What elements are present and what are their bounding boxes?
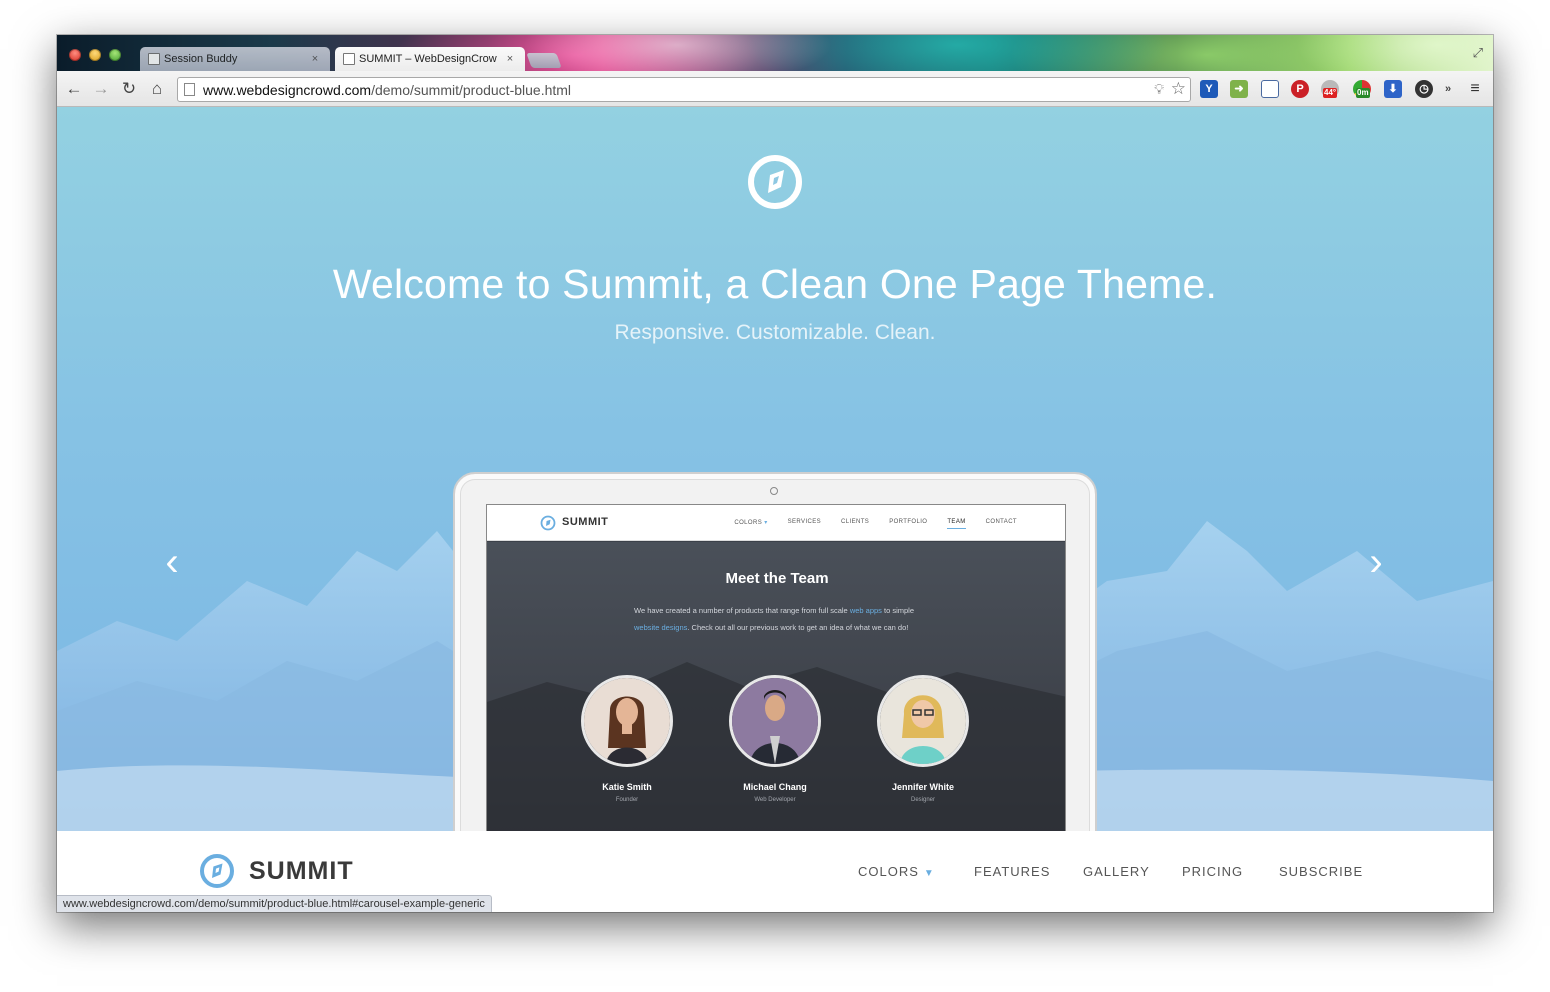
summit-logo-icon bbox=[748, 155, 802, 209]
browser-toolbar: ← → ↻ ⌂ www.webdesigncrowd.com /demo/sum… bbox=[57, 71, 1493, 107]
extension-arrow-icon[interactable]: ➜ bbox=[1230, 80, 1248, 98]
mockup-logo-icon bbox=[540, 515, 556, 531]
weather-badge: 44° bbox=[1323, 88, 1338, 98]
desc-text: We have created a number of products tha… bbox=[634, 606, 850, 615]
desc-link-web-apps: web apps bbox=[849, 606, 882, 615]
avatar bbox=[729, 675, 821, 767]
laptop-screen: SUMMIT COLORS ▾ SERVICES CLIENTS PORTFOL… bbox=[486, 504, 1066, 831]
clock-icon[interactable]: ◷ bbox=[1415, 80, 1433, 98]
team-member-role: Founder bbox=[615, 797, 639, 803]
page-icon bbox=[343, 53, 355, 65]
avatar bbox=[581, 675, 673, 767]
mockup-menu-services: SERVICES bbox=[787, 519, 822, 525]
hero-title: Welcome to Summit, a Clean One Page Them… bbox=[332, 261, 1218, 307]
page-icon bbox=[184, 83, 195, 96]
carousel-prev-icon[interactable]: ‹ bbox=[157, 539, 187, 585]
team-member-role: Designer bbox=[910, 797, 935, 803]
fullscreen-icon[interactable]: ⤢ bbox=[1473, 45, 1483, 61]
mockup-description: We have created a number of products tha… bbox=[634, 602, 924, 636]
team-member-name: Katie Smith bbox=[602, 782, 652, 792]
tab-title: SUMMIT – WebDesignCrow bbox=[359, 53, 497, 65]
timer-icon[interactable]: 0m bbox=[1353, 80, 1371, 98]
mockup-navbar: SUMMIT COLORS ▾ SERVICES CLIENTS PORTFOL… bbox=[487, 505, 1065, 541]
laptop-mockup: SUMMIT COLORS ▾ SERVICES CLIENTS PORTFOL… bbox=[453, 472, 1097, 831]
url-path: /demo/summit/product-blue.html bbox=[371, 81, 572, 98]
session-buddy-icon bbox=[148, 53, 160, 65]
hero-carousel: Welcome to Summit, a Clean One Page Them… bbox=[57, 107, 1493, 831]
weather-icon[interactable]: 44° bbox=[1321, 80, 1339, 98]
desc-text: to simple bbox=[881, 606, 915, 615]
back-button[interactable]: ← bbox=[64, 79, 84, 99]
timer-badge: 0m bbox=[1356, 88, 1370, 98]
mockup-menu-portfolio: PORTFOLIO bbox=[889, 519, 928, 525]
team-member-jennifer: Jennifer White Designer bbox=[877, 675, 969, 803]
tab-close-icon[interactable]: × bbox=[503, 53, 517, 65]
mockup-menu-team: TEAM bbox=[947, 519, 966, 529]
url-host: www.webdesigncrowd.com bbox=[203, 81, 372, 98]
tab-strip: Session Buddy × SUMMIT – WebDesignCrow ×… bbox=[57, 35, 1493, 71]
nav-features[interactable]: FEATURES bbox=[974, 864, 1050, 879]
tab-session-buddy[interactable]: Session Buddy × bbox=[140, 47, 330, 71]
zoom-window-button[interactable] bbox=[109, 49, 121, 61]
team-member-name: Michael Chang bbox=[743, 782, 807, 792]
extension-shield-icon[interactable]: Y bbox=[1200, 80, 1218, 98]
new-tab-button[interactable] bbox=[526, 53, 562, 68]
caret-down-icon: ▾ bbox=[764, 520, 768, 526]
pinterest-icon[interactable]: P bbox=[1291, 80, 1309, 98]
extension-window-icon[interactable] bbox=[1261, 80, 1279, 98]
team-member-michael: Michael Chang Web Developer bbox=[729, 675, 821, 803]
avatar bbox=[877, 675, 969, 767]
lightbulb-icon[interactable]: 💡︎ bbox=[1154, 81, 1164, 98]
address-bar[interactable]: www.webdesigncrowd.com /demo/summit/prod… bbox=[177, 77, 1191, 102]
status-bar-url: www.webdesigncrowd.com/demo/summit/produ… bbox=[57, 895, 492, 912]
nav-colors-label: COLORS bbox=[858, 864, 919, 879]
bookmark-star-icon[interactable]: ☆ bbox=[1171, 79, 1186, 99]
mockup-menu-clients: CLIENTS bbox=[841, 519, 870, 525]
home-button[interactable]: ⌂ bbox=[147, 79, 167, 99]
nav-colors[interactable]: COLORS ▼ bbox=[858, 864, 935, 879]
close-window-button[interactable] bbox=[69, 49, 81, 61]
minimize-window-button[interactable] bbox=[89, 49, 101, 61]
browser-window: Session Buddy × SUMMIT – WebDesignCrow ×… bbox=[57, 35, 1493, 912]
chrome-menu-icon[interactable]: ≡ bbox=[1466, 80, 1484, 98]
carousel-next-icon[interactable]: › bbox=[1361, 539, 1391, 585]
more-extensions-icon[interactable]: » bbox=[1441, 80, 1455, 98]
desc-link-website-designs: website designs bbox=[634, 623, 688, 632]
reload-button[interactable]: ↻ bbox=[119, 79, 139, 99]
tab-summit[interactable]: SUMMIT – WebDesignCrow × bbox=[335, 47, 525, 71]
mockup-menu-contact: CONTACT bbox=[985, 519, 1017, 525]
team-member-role: Web Developer bbox=[754, 797, 796, 803]
forward-button[interactable]: → bbox=[91, 79, 111, 99]
tab-close-icon[interactable]: × bbox=[308, 53, 322, 65]
mockup-brand: SUMMIT bbox=[562, 516, 609, 528]
mockup-team-section: Meet the Team We have created a number o… bbox=[487, 542, 1065, 831]
mockup-menu: COLORS ▾ SERVICES CLIENTS PORTFOLIO TEAM… bbox=[734, 519, 1017, 529]
mockup-menu-colors: COLORS ▾ bbox=[734, 519, 767, 529]
mockup-heading: Meet the Team bbox=[725, 570, 829, 587]
team-member-katie: Katie Smith Founder bbox=[581, 675, 673, 803]
hero-subtitle: Responsive. Customizable. Clean. bbox=[614, 321, 936, 344]
nav-subscribe[interactable]: SUBSCRIBE bbox=[1279, 864, 1363, 879]
team-member-name: Jennifer White bbox=[891, 782, 954, 792]
nav-gallery[interactable]: GALLERY bbox=[1083, 864, 1150, 879]
tab-title: Session Buddy bbox=[164, 53, 238, 65]
download-icon[interactable]: ⬇ bbox=[1384, 80, 1402, 98]
caret-down-icon: ▼ bbox=[923, 868, 935, 879]
nav-pricing[interactable]: PRICING bbox=[1182, 864, 1243, 879]
laptop-camera bbox=[770, 487, 778, 495]
summit-logo-icon[interactable] bbox=[199, 853, 235, 889]
desc-text: . Check out all our previous work to get… bbox=[687, 623, 909, 632]
mockup-menu-label: COLORS bbox=[734, 520, 763, 526]
site-brand[interactable]: SUMMIT bbox=[249, 857, 354, 886]
page-viewport: Welcome to Summit, a Clean One Page Them… bbox=[57, 107, 1493, 912]
